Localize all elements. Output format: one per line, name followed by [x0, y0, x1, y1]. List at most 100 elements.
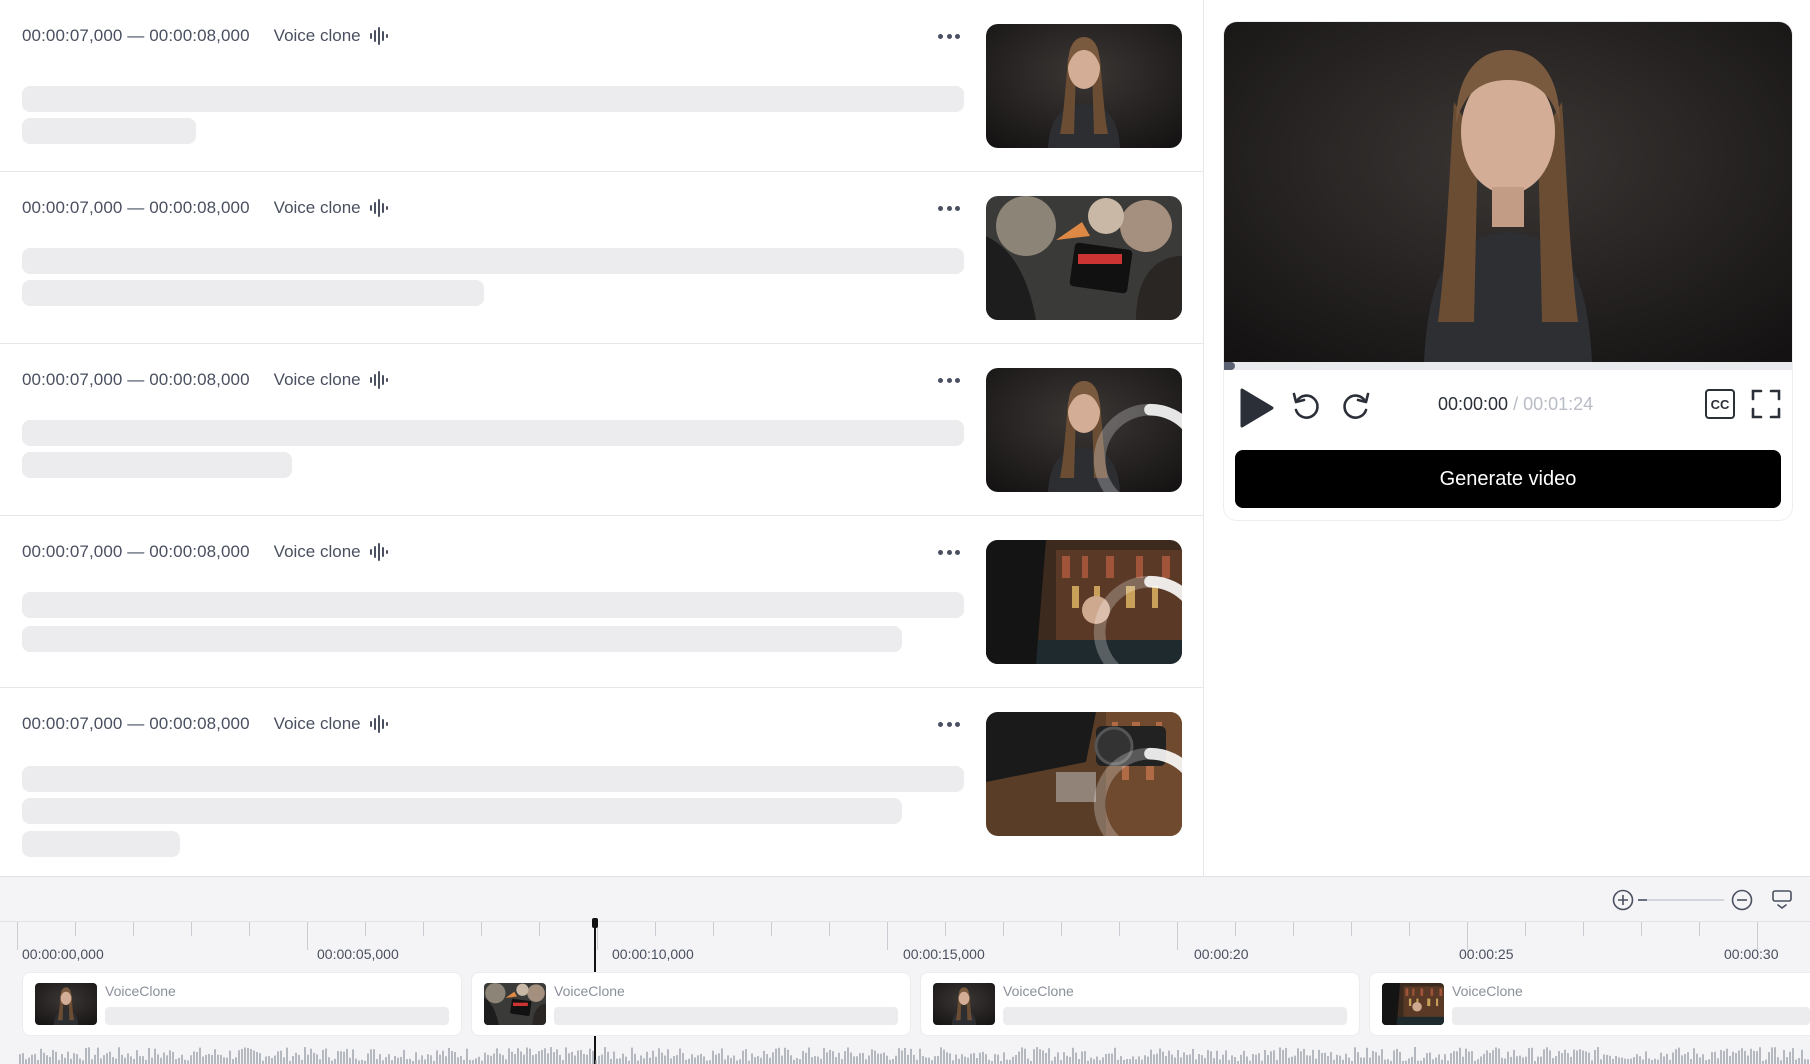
- scene-voice-label[interactable]: Voice clone: [274, 542, 361, 562]
- scene-header: 00:00:07,000 — 00:00:08,000 Voice clone: [22, 712, 391, 736]
- ruler-tick: [655, 922, 656, 936]
- clip-thumbnail: [35, 983, 97, 1025]
- ruler-tick: [1061, 922, 1062, 936]
- scene-voice-label[interactable]: Voice clone: [274, 26, 361, 46]
- play-icon[interactable]: [1236, 386, 1276, 430]
- scene-row[interactable]: 00:00:07,000 — 00:00:08,000 Voice clone: [0, 344, 1204, 516]
- scene-time-range: 00:00:07,000 — 00:00:08,000: [22, 714, 250, 733]
- text-skeleton: [22, 831, 180, 857]
- ruler-tick: [1177, 922, 1178, 950]
- more-icon[interactable]: [934, 26, 964, 46]
- scene-voice-label[interactable]: Voice clone: [274, 714, 361, 734]
- text-skeleton: [22, 798, 902, 824]
- waveform-icon[interactable]: [369, 715, 391, 733]
- audio-waveform[interactable]: [0, 1040, 1810, 1064]
- more-icon[interactable]: [934, 198, 964, 218]
- timeline-clip[interactable]: VoiceClone: [22, 972, 462, 1036]
- timeline-clip[interactable]: VoiceClone: [920, 972, 1360, 1036]
- waveform-icon[interactable]: [369, 543, 391, 561]
- ruler-tick: [481, 922, 482, 936]
- text-skeleton: [22, 420, 964, 446]
- scene-thumbnail[interactable]: [986, 368, 1182, 492]
- zoom-in-icon[interactable]: [1612, 889, 1634, 911]
- video-player[interactable]: [1224, 22, 1792, 362]
- timeline-clip[interactable]: VoiceClone: [471, 972, 911, 1036]
- scene-row[interactable]: 00:00:07,000 — 00:00:08,000 Voice clone: [0, 516, 1204, 688]
- ruler-tick: [1119, 922, 1120, 936]
- zoom-slider[interactable]: [1638, 899, 1724, 901]
- scene-thumbnail[interactable]: [986, 196, 1182, 320]
- scene-row[interactable]: 00:00:07,000 — 00:00:08,000 Voice clone: [0, 172, 1204, 344]
- ruler-tick: [945, 922, 946, 936]
- ruler-tick: [191, 922, 192, 936]
- scene-row[interactable]: 00:00:07,000 — 00:00:08,000 Voice clone: [0, 688, 1204, 876]
- text-skeleton: [22, 118, 196, 144]
- ruler-tick: [1235, 922, 1236, 936]
- clip-skeleton: [105, 1007, 449, 1025]
- scene-header: 00:00:07,000 — 00:00:08,000 Voice clone: [22, 540, 391, 564]
- more-icon[interactable]: [934, 542, 964, 562]
- text-skeleton: [22, 766, 964, 792]
- waveform-icon[interactable]: [369, 199, 391, 217]
- timeline-ruler[interactable]: 00:00:00,000 00:00:05,000 00:00:10,000 00:0…: [0, 921, 1810, 971]
- scene-voice-label[interactable]: Voice clone: [274, 198, 361, 218]
- ruler-tick: [17, 922, 18, 950]
- scene-header: 00:00:07,000 — 00:00:08,000 Voice clone: [22, 196, 391, 220]
- ruler-tick: [1293, 922, 1294, 936]
- ruler-tick: [1699, 922, 1700, 936]
- clip-thumbnail: [484, 983, 546, 1025]
- forward-icon[interactable]: [1338, 388, 1374, 424]
- ruler-tick: [887, 922, 888, 950]
- ruler-tick: [307, 922, 308, 950]
- text-skeleton: [22, 452, 292, 478]
- text-skeleton: [22, 626, 902, 652]
- scene-time-range: 00:00:07,000 — 00:00:08,000: [22, 26, 250, 45]
- scene-thumbnail[interactable]: [986, 712, 1182, 836]
- scene-thumbnail[interactable]: [986, 24, 1182, 148]
- ruler-tick: [249, 922, 250, 936]
- scene-time-range: 00:00:07,000 — 00:00:08,000: [22, 542, 250, 561]
- waveform-icon[interactable]: [369, 371, 391, 389]
- ruler-tick: [1641, 922, 1642, 936]
- time-separator: /: [1513, 394, 1519, 414]
- ruler-tick: [1409, 922, 1410, 936]
- subtitle-toggle-icon[interactable]: [1770, 887, 1794, 911]
- ruler-label: 00:00:25: [1459, 946, 1514, 962]
- ruler-label: 00:00:20: [1194, 946, 1249, 962]
- scene-list: 00:00:07,000 — 00:00:08,000 Voice clone …: [0, 0, 1204, 876]
- ruler-tick: [1351, 922, 1352, 936]
- zoom-out-icon[interactable]: [1731, 889, 1753, 911]
- ruler-label: 00:00:15,000: [903, 946, 985, 962]
- ruler-tick: [539, 922, 540, 936]
- rewind-icon[interactable]: [1288, 388, 1324, 424]
- scene-time-range: 00:00:07,000 — 00:00:08,000: [22, 198, 250, 217]
- ruler-label: 00:00:00,000: [22, 946, 104, 962]
- fullscreen-icon[interactable]: [1750, 388, 1782, 420]
- loading-spinner-icon: [1093, 575, 1182, 664]
- timeline-clip[interactable]: VoiceClone: [1369, 972, 1810, 1036]
- text-skeleton: [22, 86, 964, 112]
- video-progress-bar[interactable]: [1224, 362, 1792, 370]
- ruler-tick: [829, 922, 830, 936]
- waveform-icon[interactable]: [369, 27, 391, 45]
- text-skeleton: [22, 280, 484, 306]
- scene-voice-label[interactable]: Voice clone: [274, 370, 361, 390]
- scene-thumbnail[interactable]: [986, 540, 1182, 664]
- scene-time-range: 00:00:07,000 — 00:00:08,000: [22, 370, 250, 389]
- clip-name: VoiceClone: [105, 983, 176, 999]
- clip-skeleton: [1452, 1007, 1810, 1025]
- current-time: 00:00:00: [1438, 394, 1509, 414]
- ruler-tick: [771, 922, 772, 936]
- ruler-tick: [133, 922, 134, 936]
- more-icon[interactable]: [934, 370, 964, 390]
- scene-header: 00:00:07,000 — 00:00:08,000 Voice clone: [22, 368, 391, 392]
- cc-icon[interactable]: CC: [1705, 389, 1735, 419]
- generate-video-button[interactable]: Generate video: [1235, 450, 1781, 508]
- ruler-tick: [1583, 922, 1584, 936]
- scene-row[interactable]: 00:00:07,000 — 00:00:08,000 Voice clone: [0, 0, 1204, 172]
- clip-name: VoiceClone: [1452, 983, 1523, 999]
- clip-skeleton: [554, 1007, 898, 1025]
- ruler-label: 00:00:05,000: [317, 946, 399, 962]
- scene-header: 00:00:07,000 — 00:00:08,000 Voice clone: [22, 24, 391, 48]
- more-icon[interactable]: [934, 714, 964, 734]
